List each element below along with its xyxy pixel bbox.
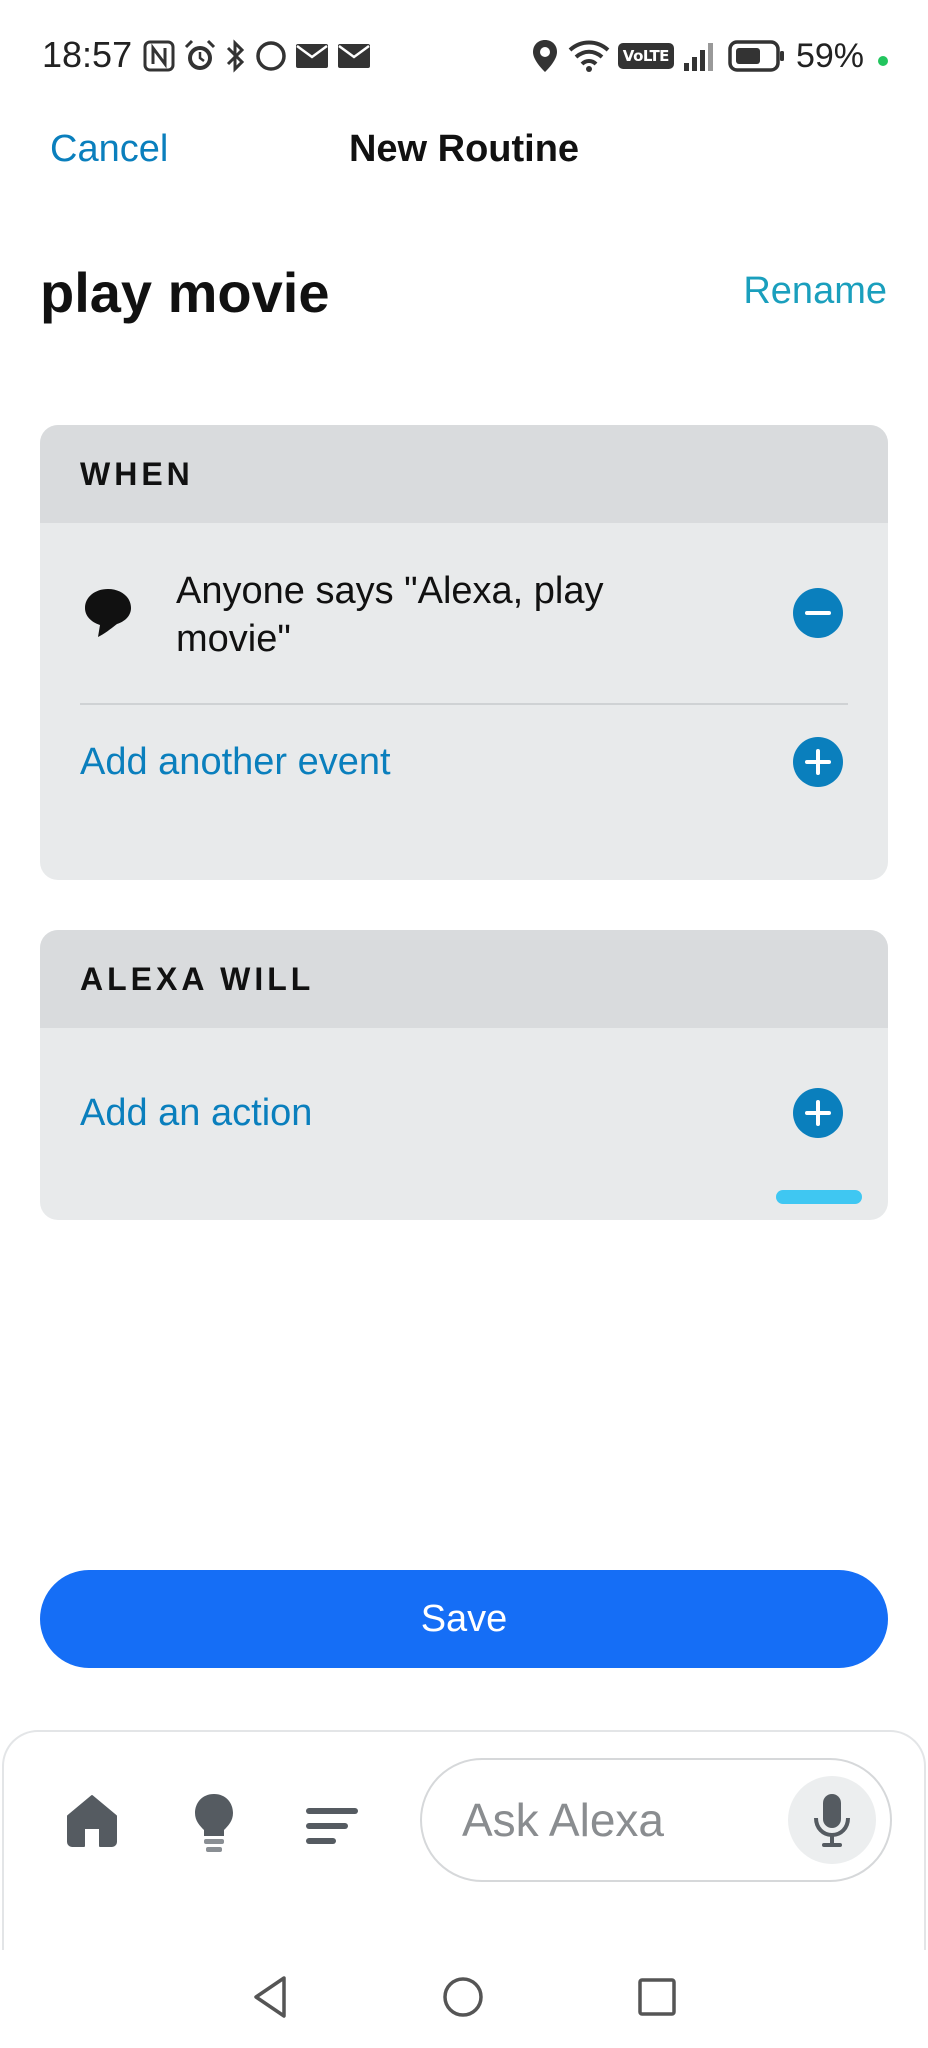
bluetooth-icon xyxy=(226,39,245,73)
status-left-icons xyxy=(142,36,372,76)
alexa-will-card-heading: ALEXA WILL xyxy=(40,930,888,1028)
routine-name: play movie xyxy=(40,261,330,324)
battery-icon xyxy=(728,40,784,72)
page-title: New Routine xyxy=(348,128,580,170)
bottom-nav-bar: Ask Alexa xyxy=(2,1730,926,1960)
add-event-button[interactable] xyxy=(793,737,843,787)
battery-indicator-dot xyxy=(878,56,888,66)
mail-icon xyxy=(338,44,370,68)
rename-button[interactable]: Rename xyxy=(743,266,887,316)
signal-icon xyxy=(683,43,713,71)
status-time: 18:57 xyxy=(42,34,133,75)
recents-icon[interactable] xyxy=(632,1972,682,2022)
location-icon xyxy=(532,40,557,72)
home-icon[interactable] xyxy=(64,1792,120,1848)
speech-bubble-icon xyxy=(85,589,131,637)
add-action-label[interactable]: Add an action xyxy=(80,1088,312,1138)
add-action-button[interactable] xyxy=(793,1088,843,1138)
menu-icon[interactable] xyxy=(304,1806,360,1846)
scroll-indicator xyxy=(776,1190,862,1204)
system-nav-bar xyxy=(0,1950,928,2048)
alarm-icon xyxy=(184,39,216,70)
battery-percent: 59% xyxy=(795,36,864,75)
microphone-icon xyxy=(814,1794,850,1847)
status-right-icons: VoLTE 59% xyxy=(530,34,888,78)
wifi-icon xyxy=(568,40,610,72)
event-text: Anyone says "Alexa, play movie" xyxy=(176,570,604,660)
when-card: WHEN Anyone says "Alexa, play movie" Add… xyxy=(40,425,888,880)
add-event-row[interactable]: Add another event xyxy=(40,705,888,825)
back-icon[interactable] xyxy=(246,1972,296,2022)
home-circle-icon[interactable] xyxy=(438,1972,488,2022)
ask-alexa-input[interactable]: Ask Alexa xyxy=(462,1790,762,1850)
header: Cancel New Routine xyxy=(0,110,928,190)
ask-alexa-bar[interactable]: Ask Alexa xyxy=(420,1758,892,1882)
add-event-label[interactable]: Add another event xyxy=(80,737,391,787)
when-card-heading: WHEN xyxy=(40,425,888,523)
status-bar: 18:57 VoLTE 59% xyxy=(0,0,928,110)
nfc-icon xyxy=(143,40,175,72)
circle-icon xyxy=(256,41,286,71)
event-row[interactable]: Anyone says "Alexa, play movie" xyxy=(40,523,888,703)
remove-event-button[interactable] xyxy=(793,588,843,638)
volte-badge: VoLTE xyxy=(617,43,674,69)
microphone-button[interactable] xyxy=(788,1776,876,1864)
save-button[interactable]: Save xyxy=(40,1570,888,1668)
mail-icon xyxy=(296,44,328,68)
add-action-row[interactable]: Add an action xyxy=(40,1028,888,1148)
alexa-will-card: ALEXA WILL Add an action xyxy=(40,930,888,1220)
lightbulb-icon[interactable] xyxy=(192,1792,236,1856)
